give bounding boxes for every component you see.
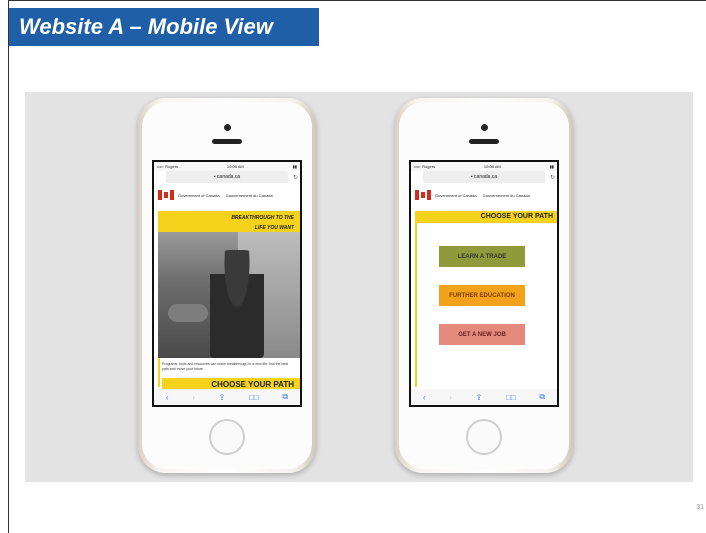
forward-icon[interactable]: › — [449, 393, 452, 402]
page-number: 31 — [696, 504, 704, 511]
share-icon[interactable]: ⇪ — [476, 393, 483, 402]
phone-left: ••••◦ Rogers 10:08 AM ▮▮ ▪ canada.ca ↻ G… — [138, 98, 316, 473]
status-time: 10:08 AM — [226, 164, 244, 169]
browser-toolbar: ‹ › ⇪ □□ ⧉ — [411, 389, 557, 405]
get-a-new-job-button[interactable]: GET A NEW JOB — [439, 324, 525, 345]
headline-line-1: BREAKTHROUGH TO THE — [231, 215, 294, 221]
url-text: canada.ca — [217, 174, 241, 180]
home-button[interactable] — [466, 419, 502, 455]
slide-border-top — [8, 0, 706, 1]
status-bar: ••••◦ Rogers 10:08 AM ▮▮ — [411, 162, 557, 171]
phone-screen: ••••◦ Rogers 10:08 AM ▮▮ ▪ canada.ca ↻ G… — [409, 160, 559, 407]
further-education-button[interactable]: FURTHER EDUCATION — [439, 285, 525, 306]
canada-flag-icon — [415, 190, 431, 200]
url-bar[interactable]: ▪ canada.ca ↻ — [166, 171, 298, 183]
carrier-signal: ••••◦ Rogers — [157, 164, 179, 169]
gov-name-fr: Gouvernement du Canada — [482, 192, 530, 198]
hero-photo — [158, 232, 300, 358]
phone-body: ••••◦ Rogers 10:08 AM ▮▮ ▪ canada.ca ↻ G… — [399, 102, 569, 469]
slide-border-left — [8, 0, 9, 533]
gov-header: Government of Canada Gouvernement du Can… — [154, 183, 300, 207]
photo-handshake — [168, 304, 208, 322]
status-bar: ••••◦ Rogers 10:08 AM ▮▮ — [154, 162, 300, 171]
home-button[interactable] — [209, 419, 245, 455]
url-bar[interactable]: ▪ canada.ca ↻ — [423, 171, 555, 183]
battery-icon: ▮▮ — [292, 164, 297, 169]
camera-icon — [480, 124, 488, 131]
status-time: 10:08 AM — [483, 164, 501, 169]
back-icon[interactable]: ‹ — [423, 393, 426, 402]
url-text: canada.ca — [474, 174, 498, 180]
tabs-icon[interactable]: ⧉ — [539, 392, 545, 402]
bookmarks-icon[interactable]: □□ — [506, 393, 516, 402]
canada-flag-icon — [158, 190, 174, 200]
gov-name-fr: Gouvernement du Canada — [225, 192, 273, 198]
battery-icon: ▮▮ — [549, 164, 554, 169]
bookmarks-icon[interactable]: □□ — [249, 393, 259, 402]
photo-background — [25, 92, 693, 482]
camera-icon — [223, 124, 231, 131]
share-icon[interactable]: ⇪ — [219, 393, 226, 402]
gov-header: Government of Canada Gouvernement du Can… — [411, 183, 557, 207]
browser-toolbar: ‹ › ⇪ □□ ⧉ — [154, 389, 300, 405]
speaker-grille — [469, 139, 499, 144]
back-icon[interactable]: ‹ — [166, 393, 169, 402]
slide-title: Website A – Mobile View — [9, 8, 319, 46]
photo-person — [210, 250, 264, 358]
speaker-grille — [212, 139, 242, 144]
choose-path-heading: CHOOSE YOUR PATH — [415, 211, 557, 223]
phone-body: ••••◦ Rogers 10:08 AM ▮▮ ▪ canada.ca ↻ G… — [142, 102, 312, 469]
reload-icon[interactable]: ↻ — [550, 174, 555, 181]
phone-screen: ••••◦ Rogers 10:08 AM ▮▮ ▪ canada.ca ↻ G… — [152, 160, 302, 407]
learn-a-trade-button[interactable]: LEARN A TRADE — [439, 246, 525, 267]
reload-icon[interactable]: ↻ — [293, 174, 298, 181]
phone-right: ••••◦ Rogers 10:08 AM ▮▮ ▪ canada.ca ↻ G… — [395, 98, 573, 473]
tabs-icon[interactable]: ⧉ — [282, 392, 288, 402]
intro-copy: Programs, tools and resources can make b… — [162, 362, 289, 371]
carrier-signal: ••••◦ Rogers — [414, 164, 436, 169]
gov-name-en: Government of Canada — [435, 192, 477, 198]
yellow-side-rule — [415, 211, 417, 387]
forward-icon[interactable]: › — [192, 393, 195, 402]
gov-name-en: Government of Canada — [178, 192, 220, 198]
